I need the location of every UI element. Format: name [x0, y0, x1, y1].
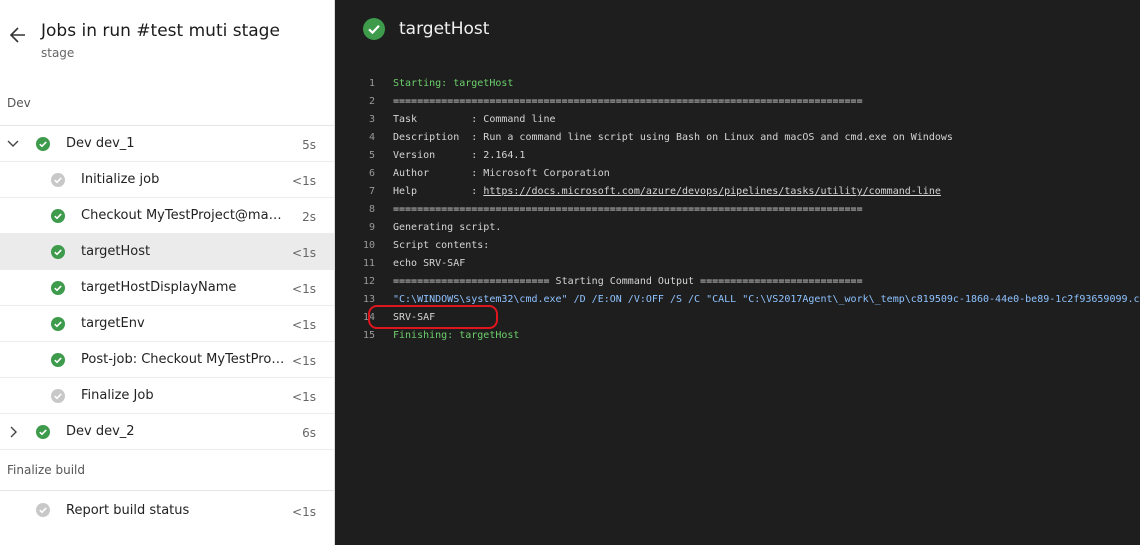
log-panel: targetHost 1 Starting: targetHost 2 ======… — [335, 0, 1140, 545]
line-number: 4 — [368, 132, 375, 143]
step-duration: 2s — [302, 210, 316, 224]
log-line: 10 Script contents: — [335, 240, 1140, 258]
line-text: Script contents: — [393, 240, 490, 251]
step-duration: <1s — [292, 246, 316, 260]
log-line: 12 ========================== Starting Co… — [335, 276, 1140, 294]
line-text: Description : Run a command line script … — [393, 132, 953, 143]
job-row-dev-1[interactable]: Dev dev_1 5s — [0, 126, 334, 162]
step-label: targetHostDisplayName — [81, 280, 237, 295]
step-label: Finalize Job — [81, 388, 154, 403]
step-duration: <1s — [292, 282, 316, 296]
log-line: 7 Help : https://docs.microsoft.com/azure… — [335, 186, 1140, 204]
step-label: Initialize job — [81, 172, 160, 187]
success-check-icon — [51, 353, 65, 367]
help-label: Help : — [393, 186, 484, 197]
line-number: 2 — [368, 96, 375, 107]
line-number: 9 — [368, 222, 375, 233]
line-text: ========================== Starting Comm… — [393, 276, 863, 287]
skipped-check-icon — [36, 503, 50, 517]
job-label: Report build status — [66, 503, 190, 518]
line-number: 1 — [368, 78, 375, 89]
step-label: Checkout MyTestProject@master t... — [81, 208, 286, 223]
success-check-icon — [51, 317, 65, 331]
line-number: 8 — [368, 204, 375, 215]
line-number: 11 — [362, 258, 375, 269]
line-number: 12 — [362, 276, 375, 287]
job-row-dev-2[interactable]: Dev dev_2 6s — [0, 414, 334, 450]
step-row-targethostdisplayname[interactable]: targetHostDisplayName <1s — [0, 270, 334, 306]
step-label: targetEnv — [81, 316, 145, 331]
help-link[interactable]: https://docs.microsoft.com/azure/devops/… — [483, 186, 941, 197]
success-check-icon — [363, 18, 385, 40]
log-line: 9 Generating script. — [335, 222, 1140, 240]
highlight-annotation — [368, 305, 498, 329]
job-label: Dev dev_2 — [66, 424, 135, 439]
line-text: Author : Microsoft Corporation — [393, 168, 610, 179]
log-line: 6 Author : Microsoft Corporation — [335, 168, 1140, 186]
stage-label-finalize-build: Finalize build — [7, 463, 85, 477]
step-label: targetHost — [81, 244, 151, 259]
job-duration: <1s — [292, 505, 316, 519]
step-row-initialize-job[interactable]: Initialize job <1s — [0, 162, 334, 198]
step-row-post-job-checkout[interactable]: Post-job: Checkout MyTestProjec... <1s — [0, 342, 334, 378]
sidebar-header: Jobs in run #test muti stage stage — [0, 0, 334, 80]
step-duration: <1s — [292, 354, 316, 368]
success-check-icon — [51, 281, 65, 295]
step-row-checkout[interactable]: Checkout MyTestProject@master t... 2s — [0, 198, 334, 234]
success-check-icon — [51, 245, 65, 259]
step-duration: <1s — [292, 390, 316, 404]
line-text: Task : Command line — [393, 114, 556, 125]
step-row-targethost[interactable]: targetHost <1s — [0, 234, 334, 270]
line-number: 3 — [368, 114, 375, 125]
chevron-down-icon[interactable] — [6, 137, 20, 151]
step-label: Post-job: Checkout MyTestProjec... — [81, 352, 286, 367]
job-row-report-build-status[interactable]: Report build status <1s — [0, 491, 334, 527]
step-duration: <1s — [292, 174, 316, 188]
line-number: 15 — [362, 330, 375, 341]
line-text: ========================================… — [393, 96, 863, 107]
line-text: Version : 2.164.1 — [393, 150, 526, 161]
stage-label-dev: Dev — [7, 96, 31, 110]
line-text: ========================================… — [393, 204, 863, 215]
line-number: 5 — [368, 150, 375, 161]
line-text: echo SRV-SAF — [393, 258, 466, 269]
job-duration: 6s — [302, 426, 316, 440]
line-text: Starting: targetHost — [393, 78, 514, 89]
chevron-right-icon[interactable] — [6, 425, 20, 439]
log-line: 4 Description : Run a command line script… — [335, 132, 1140, 150]
log-title: targetHost — [399, 19, 490, 39]
line-number: 13 — [362, 294, 375, 305]
log-line: 11 echo SRV-SAF — [335, 258, 1140, 276]
step-row-targetenv[interactable]: targetEnv <1s — [0, 306, 334, 342]
log-line: 1 Starting: targetHost — [335, 78, 1140, 96]
line-text: "C:\WINDOWS\system32\cmd.exe" /D /E:ON /… — [393, 294, 1140, 305]
success-check-icon — [51, 209, 65, 223]
log-line: 8 =======================================… — [335, 204, 1140, 222]
line-number: 10 — [362, 240, 375, 251]
line-text: Generating script. — [393, 222, 502, 233]
log-line: 3 Task : Command line — [335, 114, 1140, 132]
skipped-check-icon — [51, 389, 65, 403]
skipped-check-icon — [51, 173, 65, 187]
jobs-sidebar: Jobs in run #test muti stage stage Dev D… — [0, 0, 335, 545]
line-number: 7 — [368, 186, 375, 197]
log-line: 15 Finishing: targetHost — [335, 330, 1140, 348]
job-label: Dev dev_1 — [66, 136, 135, 151]
page-subtitle: stage — [41, 46, 75, 60]
line-text: Help : https://docs.microsoft.com/azure/… — [393, 186, 941, 197]
log-line: 2 =======================================… — [335, 96, 1140, 114]
success-check-icon — [36, 137, 50, 151]
step-row-finalize-job[interactable]: Finalize Job <1s — [0, 378, 334, 414]
job-duration: 5s — [302, 138, 316, 152]
line-text: Finishing: targetHost — [393, 330, 520, 341]
step-duration: <1s — [292, 318, 316, 332]
back-arrow-icon[interactable] — [9, 24, 27, 46]
page-title: Jobs in run #test muti stage — [41, 21, 280, 41]
line-number: 6 — [368, 168, 375, 179]
success-check-icon — [36, 425, 50, 439]
log-line: 5 Version : 2.164.1 — [335, 150, 1140, 168]
